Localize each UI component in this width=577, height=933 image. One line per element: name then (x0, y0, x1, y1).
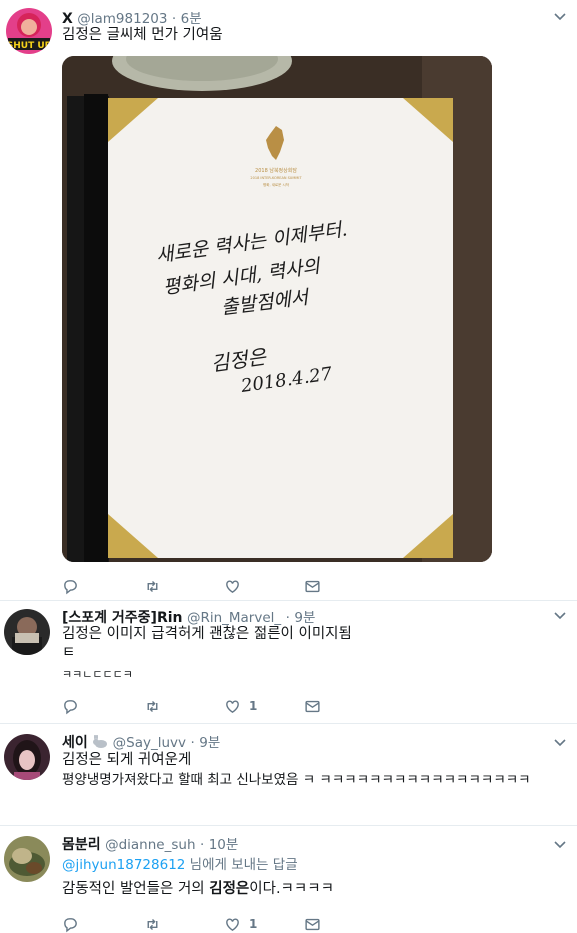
retweet-icon (147, 580, 158, 592)
tweet-text-pre: 감동적인 발언들은 거의 (62, 881, 210, 897)
avatar[interactable] (4, 734, 50, 780)
tweet-photo[interactable]: 2018 남북정상회담 2018 INTER-KOREAN SUMMIT 평화,… (62, 56, 492, 562)
message-button[interactable] (304, 914, 321, 933)
message-icon (305, 918, 320, 930)
tweet-text-line: 김정은 되게 귀여운게 (62, 752, 192, 768)
like-icon (226, 917, 239, 931)
reply-icon (64, 699, 77, 714)
like-icon (226, 579, 239, 593)
message-icon (305, 700, 320, 712)
reply-mention-link[interactable]: @jihyun18728612 (62, 857, 185, 873)
avatar[interactable] (4, 836, 50, 882)
timestamp[interactable]: 9분 (199, 735, 220, 751)
tweet-1[interactable]: SHUT UP X @lam981203 · 6분 김정은 글씨체 먼가 기여움 (0, 0, 577, 600)
user-handle[interactable]: @Say_luvv (113, 735, 186, 751)
timestamp[interactable]: 10분 (209, 837, 239, 853)
tweet-2[interactable]: [스포계 거주중]Rin @Rin_Marvel_ · 9분 김정은 이미지 급… (0, 601, 577, 723)
like-count: 1 (249, 699, 258, 713)
tweet-text-line: 김정은 이미지 급격허게 괜찮은 젊른이 이미지됨 (62, 626, 352, 642)
tweet-header: 세이 @Say_luvv · 9분 (62, 731, 220, 752)
logo-en-text: 2018 INTER-KOREAN SUMMIT (250, 176, 302, 180)
like-count: 1 (249, 917, 258, 931)
tweet-4[interactable]: 몸분리 @dianne_suh · 10분 @jihyun18728612 님에… (0, 826, 577, 933)
tweet-header: X @lam981203 · 6분 (62, 7, 202, 27)
retweet-icon (147, 918, 158, 930)
tweet-actions (62, 576, 342, 596)
tweet-text-bold: 김정은 (209, 881, 250, 897)
chevron-down-icon[interactable] (553, 10, 567, 24)
like-icon (226, 699, 239, 713)
tweet-3[interactable]: 세이 @Say_luvv · 9분 김정은 되게 귀여운게 평양냉명가져왔다고 … (0, 724, 577, 824)
message-icon (305, 580, 320, 592)
reply-suffix: 님에게 보내는 답글 (185, 857, 298, 873)
chevron-down-icon[interactable] (553, 838, 567, 852)
tweet-text-line: 평양냉명가져왔다고 할때 최고 신나보였음 ㅋ ㅋㅋㅋㅋㅋㅋㅋㅋㅋㅋㅋㅋㅋㅋㅋㅋ… (62, 772, 531, 788)
message-button[interactable] (304, 576, 321, 596)
tweet-actions: 1 (62, 914, 342, 933)
reply-button[interactable] (62, 696, 79, 716)
like-button[interactable] (224, 576, 249, 596)
reply-button[interactable] (62, 914, 79, 933)
avatar[interactable]: SHUT UP (6, 8, 52, 54)
message-button[interactable] (304, 696, 321, 716)
tweet-text: 김정은 글씨체 먼가 기여움 (62, 27, 223, 43)
reply-context: @jihyun18728612 님에게 보내는 답글 (62, 855, 298, 875)
separator-dot: · (199, 837, 205, 853)
display-name[interactable]: 몸분리 (62, 837, 101, 853)
chevron-down-icon[interactable] (553, 736, 567, 750)
retweet-button[interactable] (144, 576, 161, 596)
retweet-icon (147, 700, 158, 712)
tweet-text-line: ㅌ (62, 645, 76, 661)
like-button[interactable]: 1 (224, 914, 257, 933)
tweet-text-line: ㅋㅋㄴㄷㄷㄷㅋ (62, 668, 133, 681)
separator-dot: · (190, 735, 195, 751)
avatar-logo-text: SHUT UP (7, 41, 52, 51)
retweet-button[interactable] (144, 914, 161, 933)
chevron-down-icon[interactable] (553, 609, 567, 623)
tweet-text: 감동적인 발언들은 거의 김정은이다.ㅋㅋㅋㅋ (62, 879, 334, 899)
tweet-header: 몸분리 @dianne_suh · 10분 (62, 833, 238, 854)
display-name[interactable]: 세이 (62, 735, 88, 751)
retweet-button[interactable] (144, 696, 161, 716)
user-handle[interactable]: @dianne_suh (105, 837, 195, 853)
rabbit-icon (92, 734, 108, 749)
logo-small-text: 평화, 새로운 시작 (263, 182, 290, 187)
tweet-actions: 1 (62, 696, 342, 716)
reply-icon (64, 579, 77, 594)
reply-icon (64, 917, 77, 932)
reply-button[interactable] (62, 576, 79, 596)
avatar[interactable] (4, 609, 50, 655)
like-button[interactable]: 1 (224, 696, 257, 716)
logo-year-text: 2018 남북정상회담 (255, 167, 297, 174)
tweet-text-post: 이다.ㅋㅋㅋㅋ (249, 881, 334, 897)
